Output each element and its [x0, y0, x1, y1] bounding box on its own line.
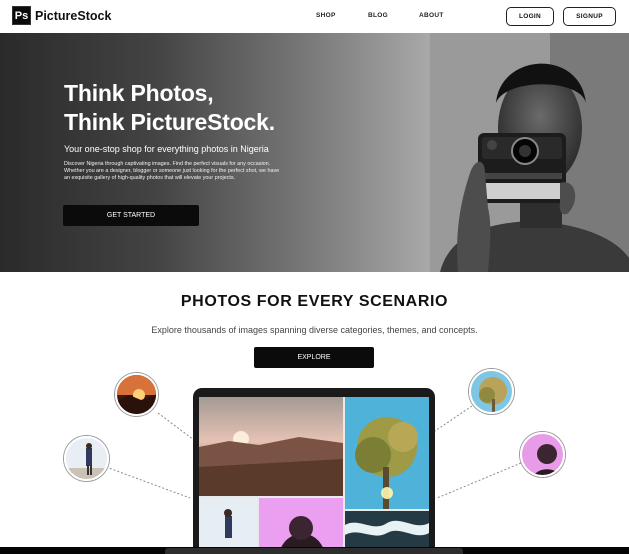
thumbnail-portrait[interactable] — [520, 432, 565, 477]
hero-headline: Think Photos, Think PictureStock. — [64, 79, 275, 137]
gallery-tile-sunrise[interactable] — [199, 397, 343, 496]
nav-link-about[interactable]: ABOUT — [419, 12, 444, 19]
sunrise-field-image — [199, 397, 343, 496]
hero-subtitle: Your one-stop shop for everything photos… — [64, 144, 269, 154]
thumbnail-hiker[interactable] — [64, 436, 109, 481]
brand-name: PictureStock — [35, 8, 112, 23]
hero-headline-line-1: Think Photos, — [64, 80, 214, 106]
explore-button[interactable]: EXPLORE — [254, 347, 374, 368]
nav-link-blog[interactable]: BLOG — [368, 12, 388, 19]
gallery-tile-portrait[interactable] — [259, 498, 343, 554]
hiker-image — [66, 438, 107, 479]
thumbnail-sunset[interactable] — [115, 373, 158, 416]
tree-image — [471, 371, 512, 412]
sunset-image — [117, 375, 156, 414]
tree-sky-image — [345, 397, 429, 509]
nav-link-shop[interactable]: SHOP — [316, 12, 336, 19]
signup-button[interactable]: SIGNUP — [563, 7, 616, 26]
section-title: PHOTOS FOR EVERY SCENARIO — [180, 293, 449, 310]
laptop-base — [165, 548, 463, 554]
portrait-image — [522, 434, 563, 475]
hero-section: Think Photos, Think PictureStock. Your o… — [0, 33, 629, 272]
login-button[interactable]: LOGIN — [506, 7, 554, 26]
hero-description: Discover Nigeria through captivating ima… — [64, 161, 280, 182]
gallery-tile-tree[interactable] — [345, 397, 429, 509]
pink-portrait-image — [259, 498, 343, 554]
thumbnail-tree[interactable] — [469, 369, 514, 414]
hiker-photo-image — [199, 498, 257, 554]
section-subtitle: Explore thousands of images spanning div… — [151, 325, 478, 335]
get-started-button[interactable]: GET STARTED — [63, 205, 199, 226]
gallery-tile-hiker[interactable] — [199, 498, 257, 554]
top-nav: Ps PictureStock SHOP BLOG ABOUT LOGIN SI… — [0, 0, 629, 33]
laptop-mockup — [193, 388, 435, 554]
ps-logo-icon: Ps — [12, 6, 31, 25]
brand-logo[interactable]: Ps PictureStock — [12, 6, 111, 25]
hero-photographer-image — [430, 33, 629, 272]
hero-headline-line-2: Think PictureStock. — [64, 109, 275, 135]
laptop-screen — [199, 397, 429, 554]
